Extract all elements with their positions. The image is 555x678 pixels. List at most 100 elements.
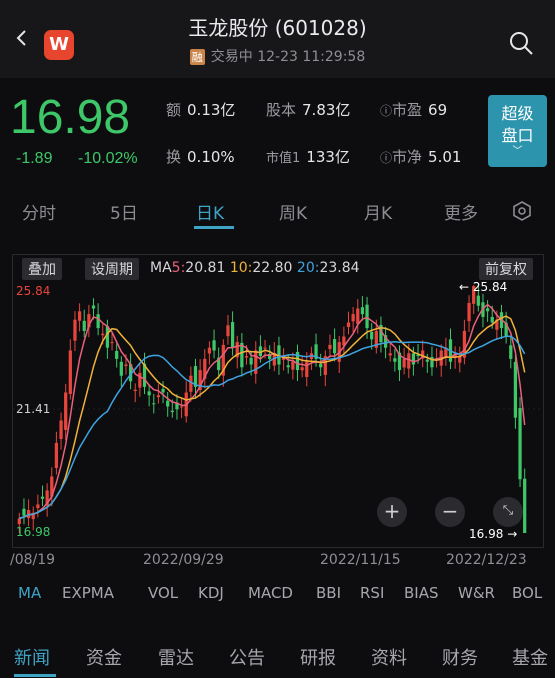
candle-body [161,388,165,393]
candle-body [402,358,406,368]
current-price: 16.98 [10,91,131,144]
tab-radar[interactable]: 雷达 [158,644,194,670]
indicator-wr[interactable]: W&R [458,584,495,602]
candle-body [105,326,110,348]
tab-research[interactable]: 研报 [300,644,336,670]
indicator-boll[interactable]: BOL [512,584,542,602]
tab-daily-k[interactable]: 日K [196,199,224,224]
info-icon: ⓘ [380,104,393,118]
indicator-bbi[interactable]: BBI [316,584,341,602]
tab-intraday[interactable]: 分时 [22,199,56,224]
stat-capital: 股本 7.83亿 [266,101,351,119]
trading-status-text: 交易中 12-23 11:29:58 [210,49,366,65]
candle-body [332,339,337,354]
tab-fund[interactable]: 基金 [512,644,548,670]
indicator-rsi[interactable]: RSI [360,584,384,602]
candle-body [156,395,161,398]
zoom-in-button[interactable]: + [377,497,407,527]
date-label-4: 2022/12/23 [446,552,527,568]
ma5-line [19,303,526,520]
candle-body [328,344,332,350]
info-icon: ⓘ [380,151,393,165]
candle-body [263,347,267,349]
settings-icon[interactable] [512,201,532,221]
candle-body [40,496,45,499]
candle-body [407,353,411,369]
candle-body [370,331,374,340]
candle-body [64,392,68,430]
candle-body [73,319,77,341]
expand-icon[interactable]: ⤡ [493,497,523,527]
candle-body [291,361,295,370]
candle-body [286,365,290,368]
candle-body [244,356,249,358]
candle-body [68,350,72,394]
stat-pb[interactable]: ⓘ市净 5.01 [380,146,461,167]
candle-body [305,361,309,377]
candle-body [509,345,513,359]
candle-body [226,325,230,337]
indicator-bias[interactable]: BIAS [404,584,439,602]
candle-body [77,311,82,321]
candle-body [119,361,123,376]
date-label-3: 2022/11/15 [320,552,401,568]
stat-pe[interactable]: ⓘ市盈 69 [380,99,447,120]
stock-title: 玉龙股份 (601028) [188,16,367,40]
axis-mid-label: 21.41 [16,402,51,416]
active-tab-indicator [194,226,234,229]
tab-announcements[interactable]: 公告 [229,644,265,670]
candle-body [152,403,156,405]
candle-body [212,340,216,351]
candle-body [179,406,184,408]
indicator-vol[interactable]: VOL [148,584,178,602]
candle-body [249,357,253,365]
candle-body [124,364,128,367]
price-change-pct: -10.02% [78,150,138,167]
indicator-expma[interactable]: EXPMA [62,584,114,602]
candle-body [96,314,100,329]
tab-news[interactable]: 新闻 [14,644,50,670]
candle-body [476,295,480,306]
header-bar: W 玉龙股份 (601028) 融交易中 12-23 11:29:58 [0,0,555,78]
high-marker: ← 25.84 [459,280,508,294]
candle-body [356,308,360,324]
arrow-left-icon: ← [459,280,470,294]
kline-chart[interactable]: 叠加 设周期 MA5:20.81 10:22.80 20:23.84 前复权 2… [12,254,544,548]
super-orderbook-button[interactable]: 超级 盘口 ﹀ [488,95,547,167]
candle-body [411,353,416,365]
date-label-2: 2022/09/29 [143,552,224,568]
candle-body [22,508,26,516]
candle-body [36,504,40,509]
tab-more[interactable]: 更多 [444,199,478,224]
stat-amount: 额 0.13亿 [166,101,236,119]
candle-body [360,307,365,315]
search-icon[interactable] [508,30,534,56]
active-bottom-tab-indicator [14,674,56,677]
candle-body [523,478,527,533]
indicator-kdj[interactable]: KDJ [198,584,224,602]
zoom-out-button[interactable]: − [435,497,465,527]
candle-body [485,308,490,312]
candle-body [138,372,142,388]
candle-body [467,302,471,322]
candle-body [166,400,170,407]
candle-body [351,314,355,322]
chevron-down-icon: ﹀ [512,146,523,157]
candle-body [170,410,174,413]
candle-body [189,375,193,392]
tab-funds[interactable]: 资金 [86,644,122,670]
tab-financials[interactable]: 财务 [442,644,478,670]
tab-profile[interactable]: 资料 [371,644,407,670]
tab-monthly-k[interactable]: 月K [364,199,392,224]
axis-low-label: 16.98 [16,525,51,539]
candle-body [365,304,369,329]
low-marker: 16.98 → [469,527,518,541]
indicator-macd[interactable]: MACD [248,584,293,602]
candle-body [518,408,522,480]
candle-body [91,305,96,309]
tab-5day[interactable]: 5日 [110,199,138,224]
indicator-ma[interactable]: MA [18,584,41,602]
candlestick-plot [13,285,543,533]
tab-weekly-k[interactable]: 周K [279,199,307,224]
candle-body [319,363,323,368]
